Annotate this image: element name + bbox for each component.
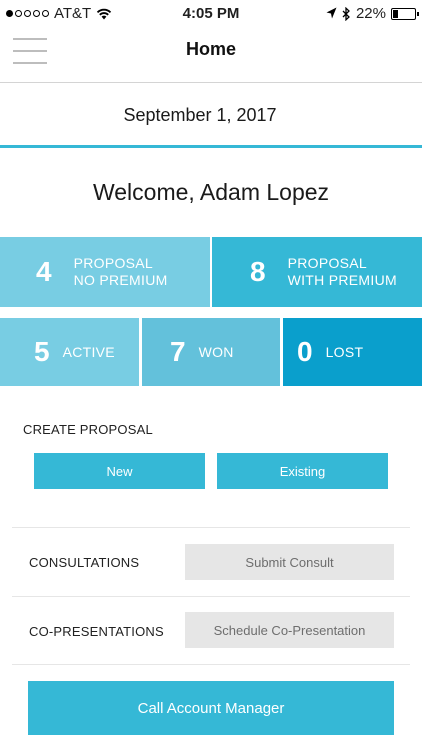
welcome-message: Welcome, Adam Lopez [92, 179, 330, 205]
proposal-with-premium-label-line1: PROPOSAL [287, 255, 368, 271]
active-label: ACTIVE [62, 343, 115, 360]
proposal-with-premium-label: PROPOSAL WITH PREMIUM [288, 255, 397, 289]
won-count: 7 [170, 336, 186, 367]
active-count: 5 [34, 336, 50, 367]
won-label: WON [198, 343, 234, 360]
schedule-co-presentation-button[interactable]: Schedule Co-Presentation [185, 612, 394, 648]
battery-icon [391, 7, 419, 20]
battery-percent: 22% [355, 5, 386, 22]
divider [12, 527, 410, 528]
page-title: Home [185, 39, 236, 59]
proposal-with-premium-label-line2: WITH PREMIUM [287, 272, 397, 288]
create-proposal-label: CREATE PROPOSAL [23, 422, 153, 437]
divider [12, 664, 410, 665]
proposal-no-premium-label-line1: PROPOSAL [73, 255, 154, 271]
proposal-with-premium-count: 8 [250, 256, 266, 287]
divider [12, 596, 410, 597]
nav-bar: Home [0, 28, 422, 83]
proposal-no-premium-tile[interactable]: 4 PROPOSAL NO PREMIUM [0, 237, 210, 307]
proposal-with-premium-tile[interactable]: 8 PROPOSAL WITH PREMIUM [212, 237, 422, 307]
consultations-label: CONSULTATIONS [29, 555, 140, 570]
call-account-manager-button[interactable]: Call Account Manager [28, 681, 394, 735]
status-right: 22% [326, 5, 419, 22]
status-bar: AT&T 4:05 PM 22% [0, 0, 422, 28]
location-arrow-icon [326, 7, 337, 19]
proposal-no-premium-count: 4 [36, 256, 52, 287]
bluetooth-icon [342, 6, 350, 21]
existing-proposal-button[interactable]: Existing [217, 453, 388, 489]
date-row: September 1, 2017 [0, 84, 422, 148]
active-tile[interactable]: 5 ACTIVE [0, 318, 139, 386]
lost-tile[interactable]: 0 LOST [283, 318, 422, 386]
won-tile[interactable]: 7 WON [142, 318, 280, 386]
proposal-no-premium-label-line2: NO PREMIUM [73, 272, 168, 288]
lost-count: 0 [297, 336, 313, 367]
lost-label: LOST [325, 343, 364, 360]
new-proposal-button[interactable]: New [34, 453, 205, 489]
proposal-no-premium-label: PROPOSAL NO PREMIUM [74, 255, 168, 289]
current-date: September 1, 2017 [123, 105, 277, 125]
co-presentations-label: CO-PRESENTATIONS [29, 624, 164, 639]
submit-consult-button[interactable]: Submit Consult [185, 544, 394, 580]
